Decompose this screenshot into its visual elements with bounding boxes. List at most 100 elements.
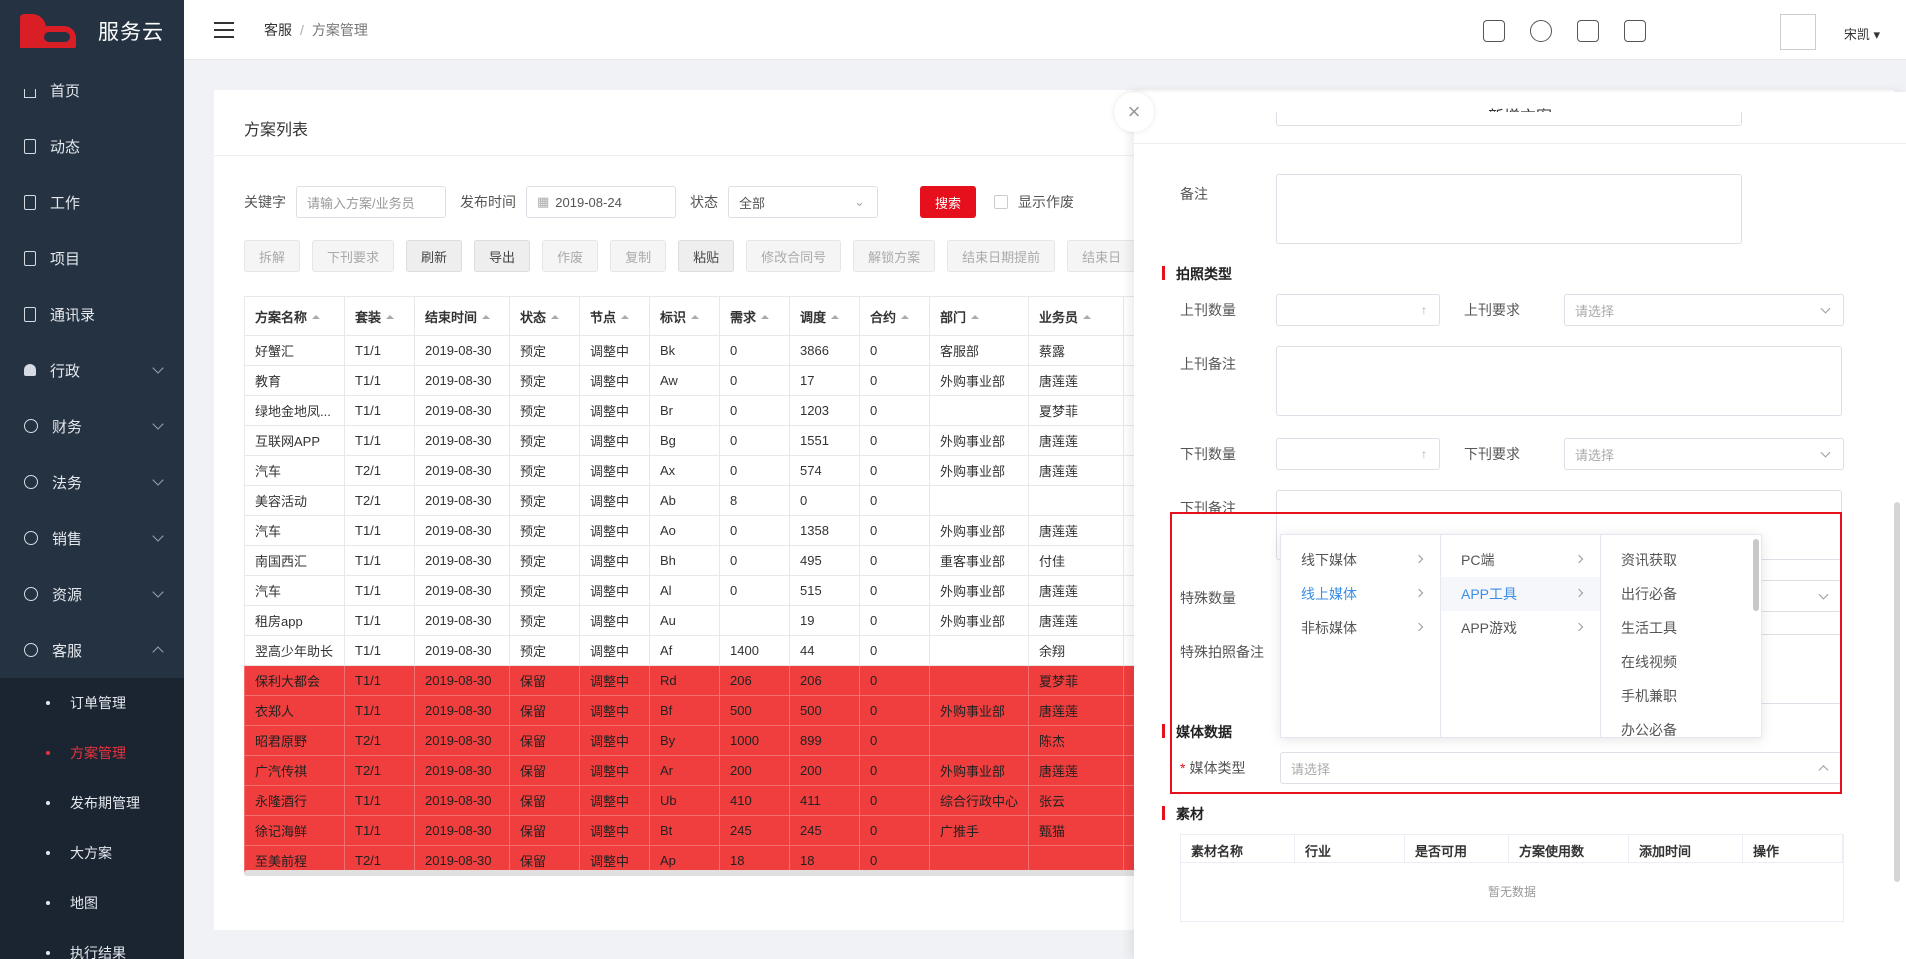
toolbar-button[interactable]: 粘贴 bbox=[678, 240, 735, 272]
column-header[interactable]: 标识 bbox=[649, 296, 720, 336]
table-row[interactable]: 汽车 T1/1 2019-08-30 预定 调整中 Al 0 515 0 外购事业部 唐莲莲 bbox=[244, 575, 1159, 606]
column-header[interactable]: 节点 bbox=[579, 296, 650, 336]
user-icon bbox=[24, 364, 36, 376]
toolbar-button[interactable]: 拆解 bbox=[244, 240, 301, 272]
table-row[interactable]: 徐记海鲜 T1/1 2019-08-30 保留 调整中 Bt 245 245 0 广推手 甄猫 bbox=[244, 815, 1159, 846]
remark-textarea[interactable] bbox=[1276, 174, 1742, 244]
sidebar-item[interactable]: 首页 bbox=[0, 62, 184, 118]
stepper-up-icon[interactable]: ↑ bbox=[1421, 447, 1427, 461]
sort-icon[interactable] bbox=[831, 314, 840, 319]
table-row[interactable]: 租房app T1/1 2019-08-30 预定 调整中 Au 19 0 外购事业部 唐莲莲 bbox=[244, 605, 1159, 636]
table-cell: 0 bbox=[859, 755, 930, 786]
table-row[interactable]: 南国西汇 T1/1 2019-08-30 预定 调整中 Bh 0 495 0 重客事业部 付佳 bbox=[244, 545, 1159, 576]
sidebar-item[interactable]: 财务 bbox=[0, 398, 184, 454]
table-cell: 8 bbox=[719, 485, 790, 516]
column-header[interactable]: 部门 bbox=[928, 296, 1030, 336]
table-row[interactable]: 绿地金地凤... T1/1 2019-08-30 预定 调整中 Br 0 1203 0 夏梦菲 bbox=[244, 395, 1159, 426]
submenu-item[interactable]: 执行结果 bbox=[0, 928, 184, 959]
toolbar-button[interactable]: 结束日 bbox=[1067, 240, 1137, 272]
sidebar-item[interactable]: 动态 bbox=[0, 118, 184, 174]
table-cell: 夏梦菲 bbox=[1028, 395, 1125, 426]
toolbar-button[interactable]: 刷新 bbox=[406, 240, 463, 272]
column-header[interactable]: 套装 bbox=[344, 296, 415, 336]
sidebar-item[interactable]: 销售 bbox=[0, 510, 184, 566]
gear-icon[interactable] bbox=[1530, 20, 1552, 42]
table-row[interactable]: 教育 T1/1 2019-08-30 预定 调整中 Aw 0 17 0 外购事业部 唐莲莲 bbox=[244, 365, 1159, 396]
sort-icon[interactable] bbox=[551, 314, 560, 319]
sort-icon[interactable] bbox=[761, 314, 770, 319]
column-header[interactable]: 业务员 bbox=[1028, 296, 1125, 336]
stepper-up-icon[interactable]: ↑ bbox=[1421, 303, 1427, 317]
table-row[interactable]: 衣郑人 T1/1 2019-08-30 保留 调整中 Bf 500 500 0 外购事业部 唐莲莲 bbox=[244, 695, 1159, 726]
sort-icon[interactable] bbox=[971, 314, 980, 319]
sidebar-item[interactable]: 法务 bbox=[0, 454, 184, 510]
down-count-input[interactable]: ↑ bbox=[1276, 438, 1440, 470]
close-icon[interactable]: × bbox=[1114, 92, 1154, 132]
table-row[interactable]: 翌高少年助长 T1/1 2019-08-30 预定 调整中 Af 1400 44 0 余翔 bbox=[244, 635, 1159, 666]
date-input[interactable]: ▦ 2019-08-24 bbox=[526, 186, 676, 218]
toolbar-button[interactable]: 作废 bbox=[542, 240, 599, 272]
submenu-item[interactable]: 订单管理 bbox=[0, 678, 184, 728]
sort-icon[interactable] bbox=[901, 314, 910, 319]
sort-icon[interactable] bbox=[482, 314, 491, 319]
submenu-item[interactable]: 方案管理 bbox=[0, 728, 184, 778]
sidebar-item[interactable]: 资源 bbox=[0, 566, 184, 622]
toolbar-button[interactable]: 导出 bbox=[474, 240, 531, 272]
breadcrumb-item[interactable]: 客服 bbox=[264, 22, 292, 38]
toolbar-button[interactable]: 修改合同号 bbox=[746, 240, 842, 272]
show-void-checkbox[interactable] bbox=[994, 195, 1008, 209]
table-row[interactable]: 永隆酒行 T1/1 2019-08-30 保留 调整中 Ub 410 411 0 综合行政中心 张云 bbox=[244, 785, 1159, 816]
table-row[interactable]: 汽车 T2/1 2019-08-30 预定 调整中 Ax 0 574 0 外购事业部 唐莲莲 bbox=[244, 455, 1159, 486]
drawer-scrollbar[interactable] bbox=[1894, 502, 1900, 882]
toolbar-button[interactable]: 下刊要求 bbox=[312, 240, 395, 272]
column-header[interactable]: 合约 bbox=[859, 296, 930, 336]
table-row[interactable]: 昭君原野 T2/1 2019-08-30 保留 调整中 By 1000 899 0 陈杰 bbox=[244, 725, 1159, 756]
table-row[interactable]: 保利大都会 T1/1 2019-08-30 保留 调整中 Rd 206 206 0 夏梦菲 bbox=[244, 665, 1159, 696]
up-count-input[interactable]: ↑ bbox=[1276, 294, 1440, 326]
sort-icon[interactable] bbox=[386, 314, 395, 319]
table-cell: 调整中 bbox=[579, 635, 650, 666]
table-row[interactable]: 广汽传祺 T2/1 2019-08-30 保留 调整中 Ar 200 200 0 外购事业部 唐莲莲 bbox=[244, 755, 1159, 786]
column-header-label: 合约 bbox=[870, 309, 897, 325]
search-button[interactable]: 搜索 bbox=[920, 186, 976, 218]
up-remark-textarea[interactable] bbox=[1276, 346, 1842, 416]
table-row[interactable]: 汽车 T1/1 2019-08-30 预定 调整中 Ao 0 1358 0 外购事业部 唐莲莲 bbox=[244, 515, 1159, 546]
column-header[interactable]: 结束时间 bbox=[414, 296, 510, 336]
toolbar-button[interactable]: 复制 bbox=[610, 240, 667, 272]
sort-icon[interactable] bbox=[312, 314, 321, 319]
sort-icon[interactable] bbox=[621, 314, 630, 319]
column-header[interactable]: 方案名称 bbox=[244, 296, 345, 336]
submenu-item[interactable]: 大方案 bbox=[0, 828, 184, 878]
sidebar-item[interactable]: 通讯录 bbox=[0, 286, 184, 342]
up-req-select[interactable]: 请选择 bbox=[1564, 294, 1844, 326]
sidebar-item[interactable]: 行政 bbox=[0, 342, 184, 398]
table-row[interactable]: 互联网APP T1/1 2019-08-30 预定 调整中 Bg 0 1551 0 外购事业部 唐莲… bbox=[244, 425, 1159, 456]
chevron-down-icon bbox=[152, 586, 164, 598]
avatar[interactable] bbox=[1780, 14, 1816, 50]
mail-icon[interactable] bbox=[1624, 20, 1646, 42]
table-row[interactable]: 美容活动 T2/1 2019-08-30 预定 调整中 Ab 8 0 0 bbox=[244, 485, 1159, 516]
down-req-select[interactable]: 请选择 bbox=[1564, 438, 1844, 470]
table-cell: Ub bbox=[649, 785, 720, 816]
user-menu[interactable]: 宋凯 ▾ bbox=[1844, 24, 1880, 43]
previous-field[interactable] bbox=[1276, 112, 1742, 126]
sidebar-item[interactable]: 工作 bbox=[0, 174, 184, 230]
table-row[interactable]: 好蟹汇 T1/1 2019-08-30 预定 调整中 Bk 0 3866 0 客服部 蔡露 bbox=[244, 335, 1159, 366]
column-header[interactable]: 调度 bbox=[789, 296, 860, 336]
toolbar-button[interactable]: 结束日期提前 bbox=[947, 240, 1056, 272]
column-header[interactable]: 需求 bbox=[719, 296, 790, 336]
sort-icon[interactable] bbox=[1083, 314, 1092, 319]
document-icon[interactable] bbox=[1577, 20, 1599, 42]
toolbar-button[interactable]: 解锁方案 bbox=[853, 240, 936, 272]
status-select[interactable]: 全部 ⌄ bbox=[728, 186, 878, 218]
sidebar-item[interactable]: 客服 bbox=[0, 622, 184, 678]
home-icon[interactable] bbox=[1483, 20, 1505, 42]
table-cell: 0 bbox=[719, 575, 790, 606]
column-header[interactable]: 状态 bbox=[509, 296, 580, 336]
menu-toggle-icon[interactable] bbox=[214, 21, 234, 38]
submenu-item[interactable]: 发布期管理 bbox=[0, 778, 184, 828]
sort-icon[interactable] bbox=[691, 314, 700, 319]
sidebar-item[interactable]: 项目 bbox=[0, 230, 184, 286]
keyword-input[interactable]: 请输入方案/业务员 bbox=[296, 186, 446, 218]
submenu-item[interactable]: 地图 bbox=[0, 878, 184, 928]
